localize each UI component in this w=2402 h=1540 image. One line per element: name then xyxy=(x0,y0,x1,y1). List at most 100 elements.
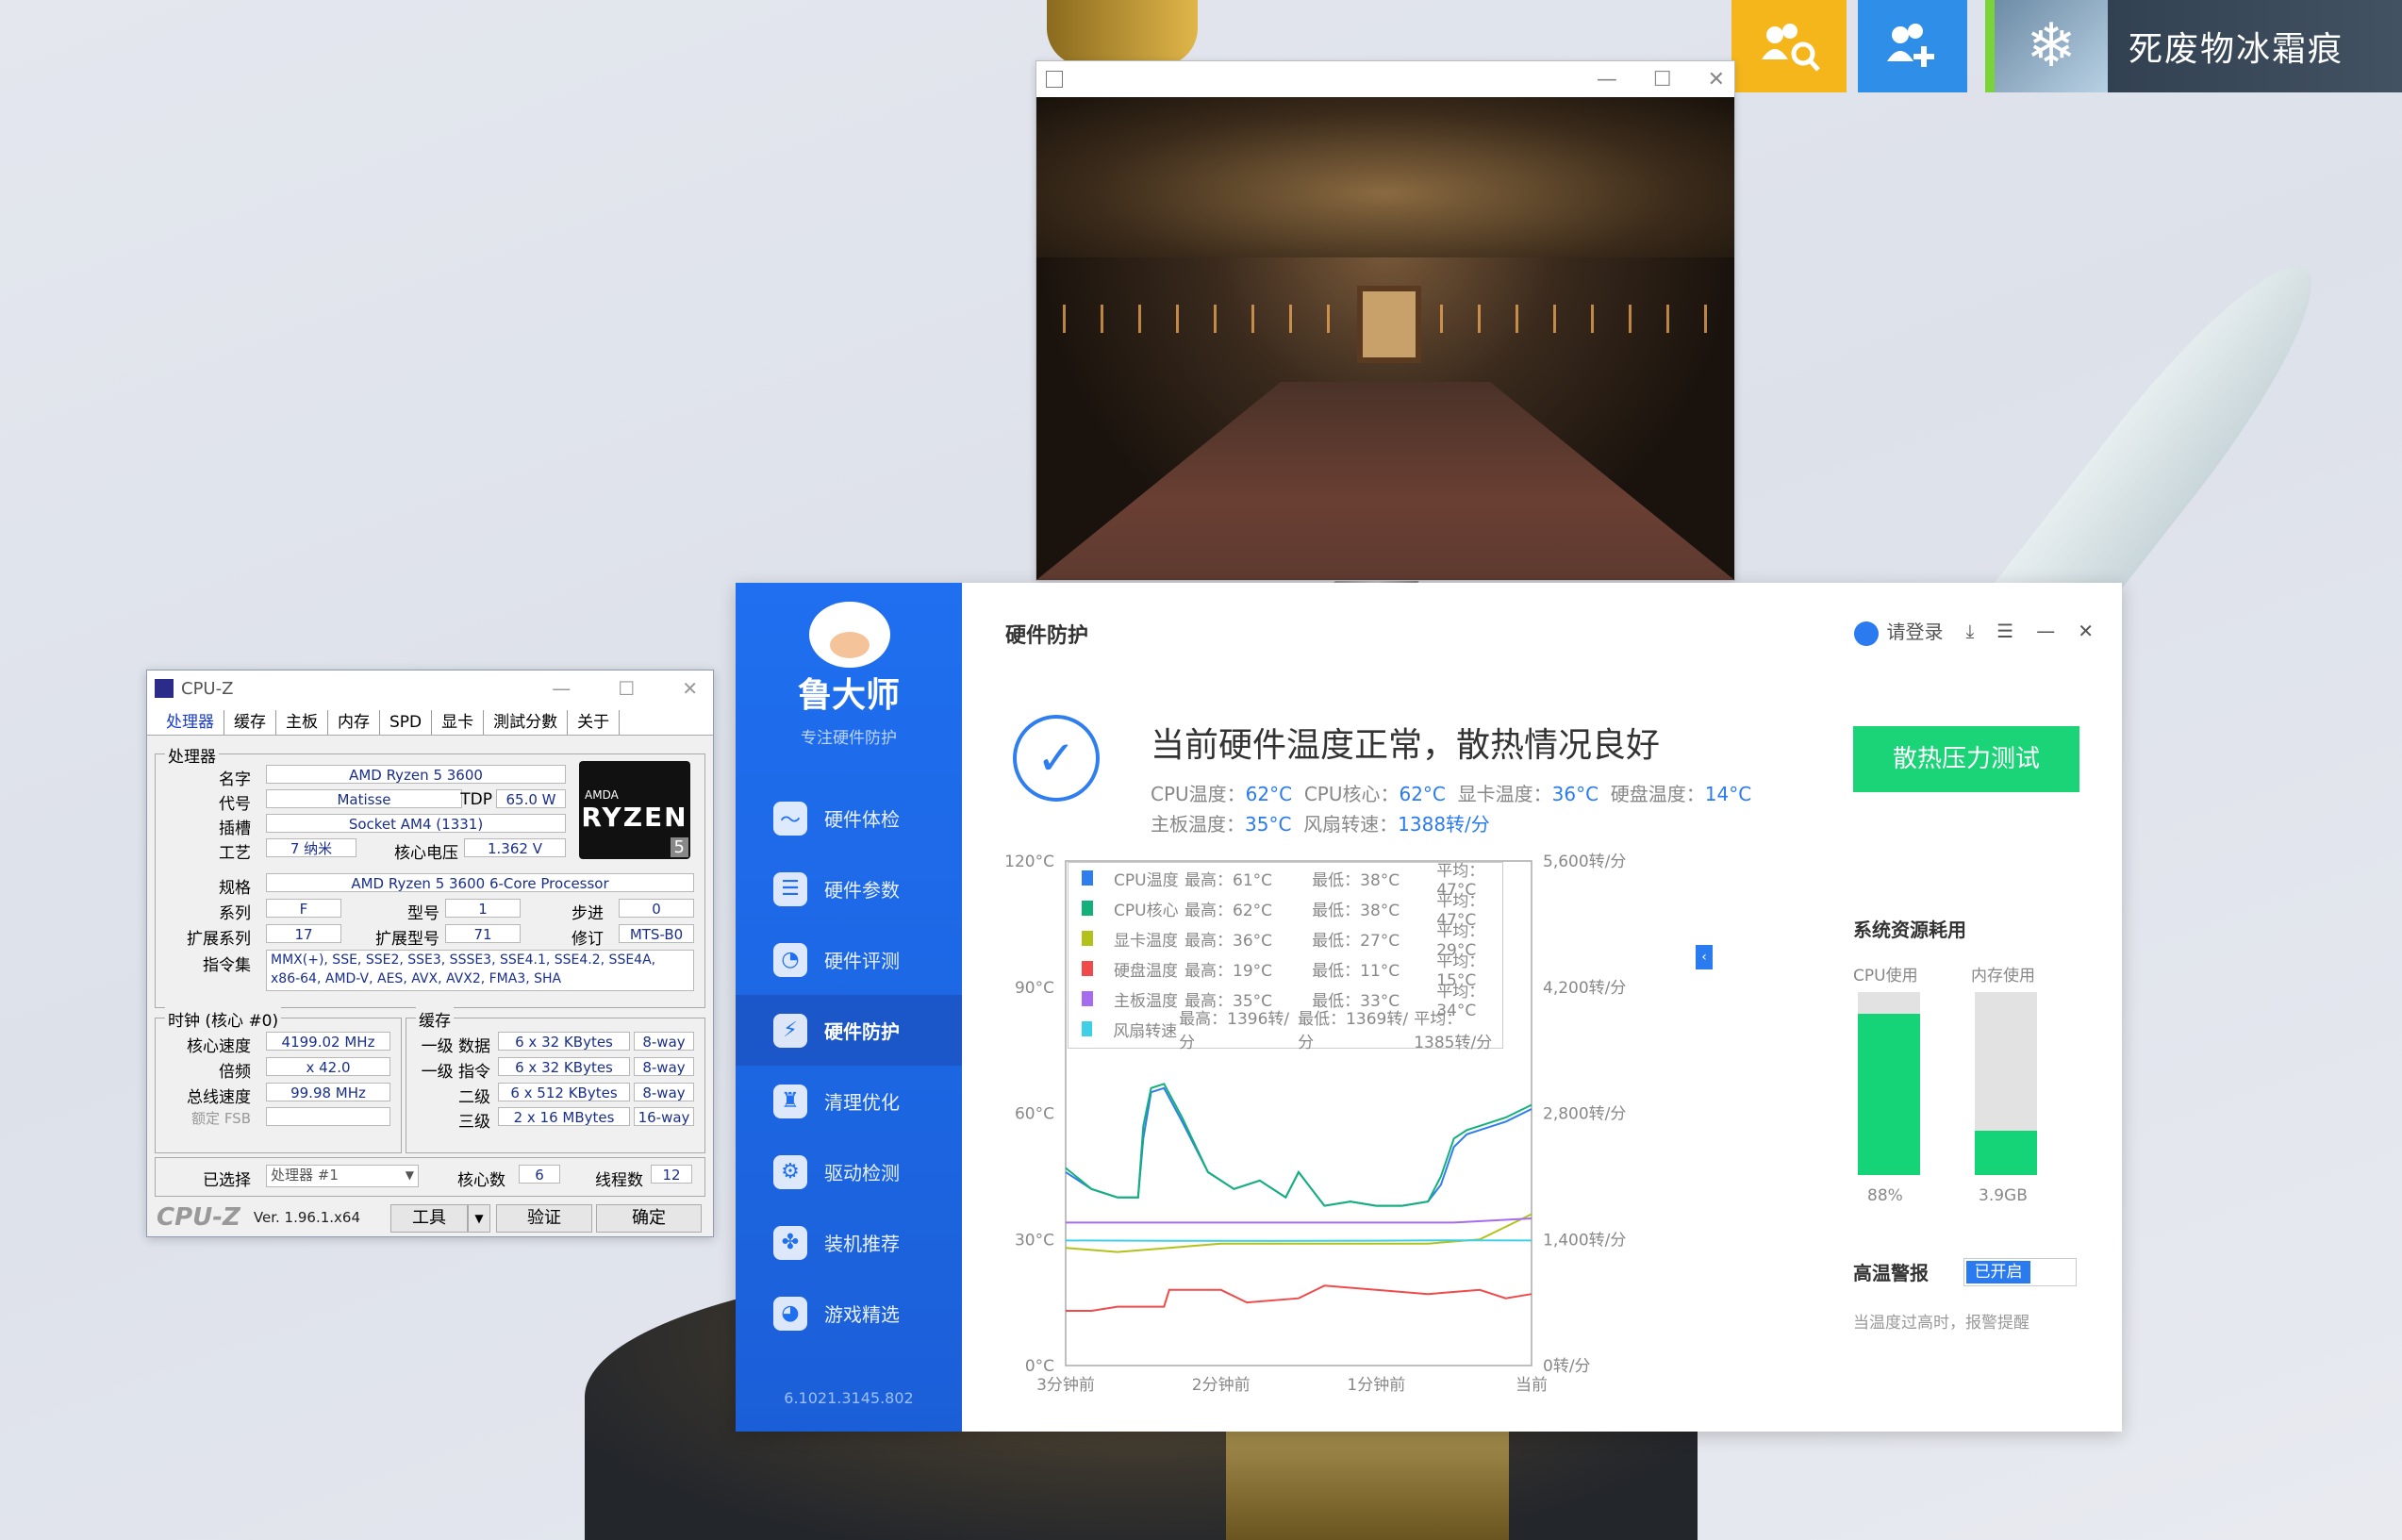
tools-button[interactable]: 工具 xyxy=(390,1204,468,1233)
legend-max: 最高：62°C xyxy=(1184,901,1273,920)
legend-name: 硬盘温度 xyxy=(1114,961,1178,981)
cpu-usage-fill xyxy=(1858,1014,1920,1175)
scene-ceiling xyxy=(1036,97,1734,257)
validate-button[interactable]: 验证 xyxy=(496,1204,592,1233)
y-left-tick-label: 60°C xyxy=(1015,1105,1054,1124)
mem-usage-bar xyxy=(1975,992,2037,1175)
cores-value: 6 xyxy=(519,1165,560,1184)
revision-value: MTS-B0 xyxy=(619,924,694,943)
l2-label: 二级 xyxy=(458,1088,490,1107)
legend-max: 最高：61°C xyxy=(1184,870,1273,890)
y-right-tick-label: 2,800转/分 xyxy=(1543,1105,1626,1124)
multiplier-label: 倍频 xyxy=(219,1063,251,1082)
cpu-usage-label: CPU使用 xyxy=(1853,967,1918,985)
window-app-icon xyxy=(1046,71,1063,88)
instructions-value: MMX(+), SSE, SSE2, SSE3, SSSE3, SSE4.1, … xyxy=(266,950,694,991)
group-add-icon xyxy=(1887,24,1934,67)
tab-spd[interactable]: SPD xyxy=(380,710,433,735)
wallpaper-gold-armor xyxy=(1047,0,1198,66)
l2-way: 8-way xyxy=(634,1083,694,1101)
processor-select-value: 处理器 #1 xyxy=(271,1167,339,1184)
l1i-way: 8-way xyxy=(634,1057,694,1076)
spec-value: AMD Ryzen 5 3600 6-Core Processor xyxy=(266,873,694,892)
tab-mainboard[interactable]: 主板 xyxy=(276,710,328,735)
minimize-icon[interactable]: — xyxy=(552,677,571,700)
close-icon[interactable]: ✕ xyxy=(682,677,698,700)
tools-dropdown-button[interactable]: ▼ xyxy=(468,1204,490,1233)
instructions-label: 指令集 xyxy=(203,956,251,975)
logo-five-text: 5 xyxy=(670,837,688,857)
legend-swatch xyxy=(1082,901,1093,916)
legend-avg: 平均：1385转/分 xyxy=(1414,1010,1493,1052)
process-label: 工艺 xyxy=(219,844,251,863)
series-line xyxy=(1065,1213,1532,1253)
socket-label: 插槽 xyxy=(219,820,251,838)
mem-usage-fill xyxy=(1975,1131,2037,1175)
legend-collapse-button[interactable]: ‹ xyxy=(1696,945,1713,969)
tab-cache[interactable]: 缓存 xyxy=(224,710,276,735)
tab-bench[interactable]: 測試分數 xyxy=(484,710,569,735)
extmodel-value: 71 xyxy=(445,924,521,943)
stepping-label: 步进 xyxy=(572,904,604,923)
tab-memory[interactable]: 内存 xyxy=(328,710,380,735)
maximize-icon[interactable]: ☐ xyxy=(618,677,635,700)
l1d-way: 8-way xyxy=(634,1032,694,1051)
scene-floor xyxy=(1036,382,1734,580)
close-icon[interactable]: ✕ xyxy=(1708,68,1725,91)
maximize-icon[interactable]: ☐ xyxy=(1653,68,1672,91)
y-left-tick-label: 30°C xyxy=(1015,1231,1054,1250)
game-window-titlebar[interactable]: — ☐ ✕ xyxy=(1036,61,1734,97)
tile-search-group[interactable] xyxy=(1731,0,1847,92)
cpuz-titlebar[interactable]: CPU-Z — ☐ ✕ xyxy=(147,671,713,706)
legend-min: 最低：27°C xyxy=(1312,931,1400,951)
cpuz-app-icon xyxy=(155,679,174,698)
game-window[interactable]: — ☐ ✕ xyxy=(1035,60,1735,581)
legend-min: 最低：38°C xyxy=(1312,870,1400,890)
tab-graphics[interactable]: 显卡 xyxy=(432,710,485,735)
tdp-label: TDP xyxy=(460,790,492,809)
cpuz-window[interactable]: CPU-Z — ☐ ✕ 处理器 缓存 主板 内存 SPD 显卡 測試分數 关于 … xyxy=(146,670,714,1237)
cpu-usage-value: 88% xyxy=(1867,1186,1903,1205)
ok-button[interactable]: 确定 xyxy=(596,1204,702,1233)
y-left-tick-label: 90°C xyxy=(1015,979,1054,998)
rated-fsb-value xyxy=(266,1107,390,1126)
scene-throne xyxy=(1357,286,1421,363)
rated-fsb-label: 额定 FSB xyxy=(191,1110,251,1127)
l1d-label: 一级 数据 xyxy=(421,1037,490,1056)
minimize-icon[interactable]: — xyxy=(1597,68,1617,91)
tile-add-group[interactable] xyxy=(1858,0,1967,92)
mem-usage-label: 内存使用 xyxy=(1971,967,2035,985)
toggle-state: 已开启 xyxy=(1966,1261,2030,1283)
l2-value: 6 x 512 KBytes xyxy=(498,1083,630,1101)
game-viewport[interactable] xyxy=(1036,97,1734,580)
processor-select[interactable]: 处理器 #1 ▼ xyxy=(266,1165,419,1187)
high-temp-alarm-toggle[interactable]: 已开启 xyxy=(1963,1258,2077,1286)
family-value: F xyxy=(266,899,341,918)
tab-processor[interactable]: 处理器 xyxy=(157,710,224,735)
series-line xyxy=(1066,1217,1532,1224)
cpuz-brand: CPU-Z xyxy=(157,1203,240,1232)
series-line xyxy=(1065,1083,1532,1207)
ludashi-window[interactable]: 鲁大师 专注硬件防护 〜 硬件体检 ☰ 硬件参数 ◔ 硬件评测 ⚡ 硬件防护 ♜… xyxy=(736,583,2122,1432)
high-temp-alarm-title: 高温警报 xyxy=(1853,1262,1929,1284)
logo-amd-text: AMDA xyxy=(585,787,619,802)
legend-name: CPU核心 xyxy=(1114,901,1179,920)
y-right-tick-label: 0转/分 xyxy=(1543,1357,1591,1376)
selected-label: 已选择 xyxy=(203,1171,251,1190)
processor-group-title: 处理器 xyxy=(165,743,219,767)
legend-max: 最高：36°C xyxy=(1184,931,1273,951)
socket-value: Socket AM4 (1331) xyxy=(266,814,566,833)
l1d-value: 6 x 32 KBytes xyxy=(498,1032,630,1051)
l3-way: 16-way xyxy=(634,1107,694,1126)
model-label: 型号 xyxy=(407,904,439,923)
y-right-tick-label: 4,200转/分 xyxy=(1543,979,1626,998)
mem-usage-value: 3.9GB xyxy=(1979,1186,2028,1205)
process-value: 7 纳米 xyxy=(266,838,356,857)
multiplier-value: x 42.0 xyxy=(266,1057,390,1076)
tile-game[interactable]: ❄ 死废物冰霜痕 xyxy=(1985,0,2402,92)
chevron-down-icon: ▼ xyxy=(405,1168,414,1182)
tdp-value: 65.0 W xyxy=(496,789,566,808)
codename-value: Matisse xyxy=(266,789,462,808)
x-tick-label: 3分钟前 xyxy=(1036,1376,1095,1395)
tab-about[interactable]: 关于 xyxy=(568,710,621,735)
